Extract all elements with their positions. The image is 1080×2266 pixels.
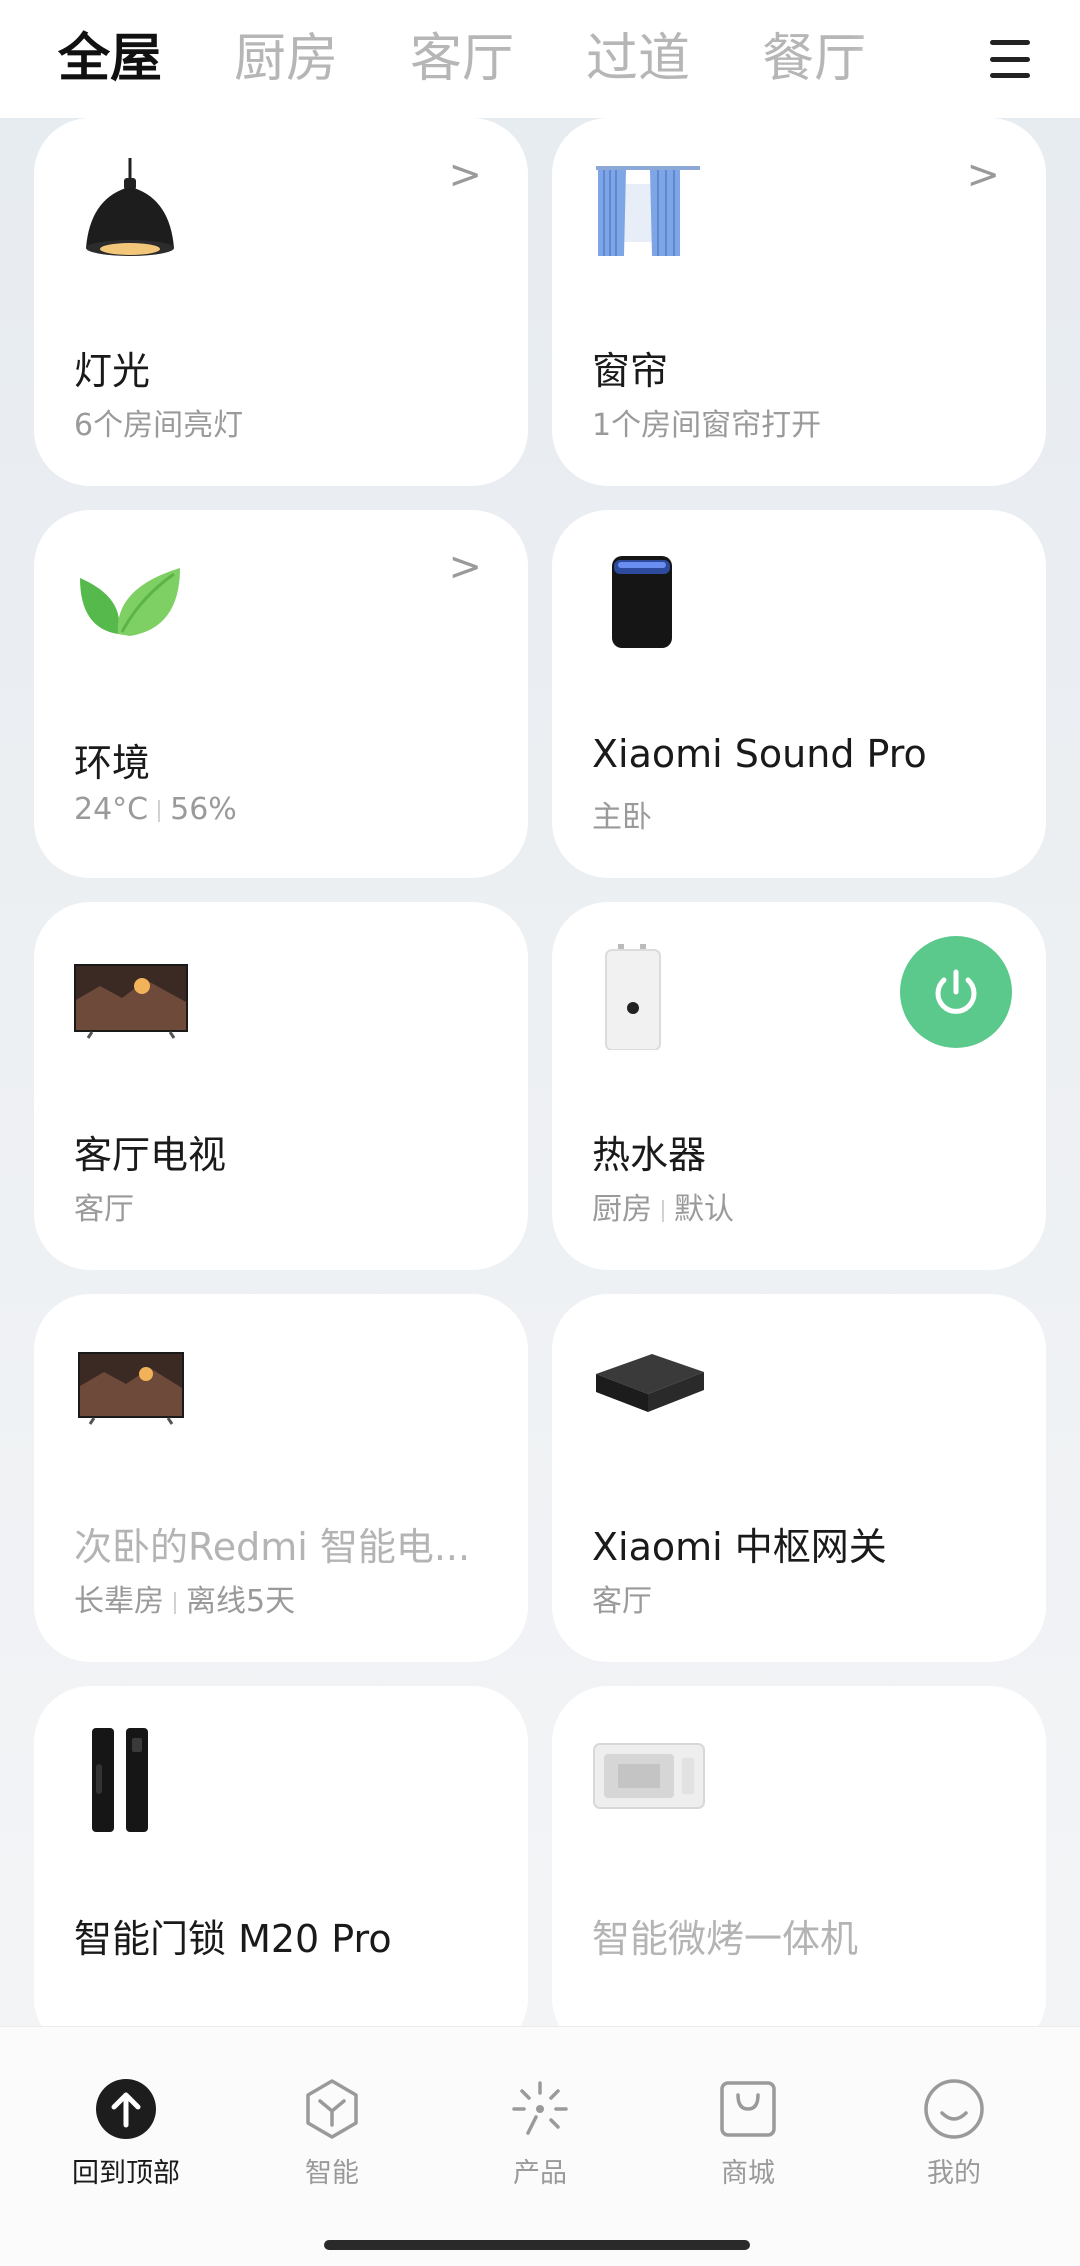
hexagon-icon	[306, 2079, 358, 2139]
door-lock-icon	[92, 1728, 148, 1832]
card-curtain[interactable]: > 窗帘 1个房间窗帘打开	[552, 118, 1046, 486]
nav-label: 智能	[305, 2158, 359, 2189]
leaf-icon	[80, 568, 180, 636]
power-icon	[935, 969, 977, 1014]
nav-label: 我的	[927, 2158, 981, 2189]
card-title: Xiaomi Sound Pro	[592, 732, 927, 776]
bottom-navigation: 回到顶部 智能 产品 商城 我的	[0, 2026, 1080, 2266]
card-title: 客厅电视	[74, 1133, 227, 1177]
tab-dining-room[interactable]: 餐厅	[762, 0, 866, 118]
shopping-bag-icon	[720, 2081, 776, 2137]
card-smart-lock[interactable]: 智能门锁 M20 Pro	[34, 1686, 528, 2054]
nav-back-to-top[interactable]: 回到顶部	[56, 2077, 196, 2190]
card-microwave-oven[interactable]: 智能微烤一体机	[552, 1686, 1046, 2054]
room-tabs: 全屋 厨房 客厅 过道 餐厅	[58, 0, 958, 118]
card-title: 热水器	[592, 1133, 707, 1177]
nav-label: 产品	[513, 2158, 567, 2189]
pendant-lamp-icon	[86, 158, 174, 256]
card-title: 次卧的Redmi 智能电...	[74, 1525, 471, 1569]
card-subtitle: 厨房 默认	[592, 1192, 734, 1227]
chevron-right-icon: >	[966, 152, 1000, 198]
card-title: 智能微烤一体机	[592, 1917, 859, 1961]
home-indicator[interactable]	[324, 2240, 750, 2250]
nav-smart[interactable]: 智能	[262, 2077, 402, 2190]
card-environment[interactable]: > 环境 24°C 56%	[34, 510, 528, 878]
card-xiaomi-sound-pro[interactable]: Xiaomi Sound Pro 主卧	[552, 510, 1046, 878]
card-subtitle: 6个房间亮灯	[74, 408, 244, 443]
smiley-icon	[924, 2079, 984, 2139]
card-living-room-tv[interactable]: 客厅电视 客厅	[34, 902, 528, 1270]
card-title: 窗帘	[592, 349, 669, 393]
card-subtitle: 客厅	[592, 1584, 652, 1619]
chevron-right-icon: >	[448, 152, 482, 198]
card-subtitle: 主卧	[592, 800, 652, 835]
water-heater-icon	[605, 944, 661, 1050]
gateway-icon	[596, 1354, 704, 1412]
power-button[interactable]	[900, 936, 1012, 1048]
card-xiaomi-gateway[interactable]: Xiaomi 中枢网关 客厅	[552, 1294, 1046, 1662]
chevron-right-icon: >	[448, 544, 482, 590]
card-water-heater[interactable]: 热水器 厨房 默认	[552, 902, 1046, 1270]
card-subtitle: 24°C 56%	[74, 792, 237, 827]
smart-speaker-icon	[612, 556, 672, 648]
nav-label: 回到顶部	[72, 2158, 180, 2189]
card-redmi-tv[interactable]: 次卧的Redmi 智能电... 长辈房 离线5天	[34, 1294, 528, 1662]
card-title: 环境	[74, 741, 151, 785]
card-subtitle: 客厅	[74, 1192, 134, 1227]
arrow-up-icon	[96, 2079, 156, 2139]
card-lighting[interactable]: > 灯光 6个房间亮灯	[34, 118, 528, 486]
nav-label: 商城	[721, 2158, 775, 2189]
tab-hallway[interactable]: 过道	[586, 0, 690, 118]
curtain-icon	[596, 166, 700, 256]
nav-profile[interactable]: 我的	[884, 2077, 1024, 2190]
card-title: Xiaomi 中枢网关	[592, 1525, 887, 1569]
tab-living-room[interactable]: 客厅	[410, 0, 514, 118]
card-subtitle: 1个房间窗帘打开	[592, 408, 822, 443]
tab-kitchen[interactable]: 厨房	[234, 0, 338, 118]
top-tab-bar: 全屋 厨房 客厅 过道 餐厅	[0, 0, 1080, 118]
hamburger-menu-icon[interactable]	[990, 40, 1030, 78]
microwave-icon	[593, 1743, 705, 1809]
sparkle-icon	[512, 2081, 568, 2135]
nav-store[interactable]: 商城	[678, 2077, 818, 2190]
card-title: 智能门锁 M20 Pro	[74, 1917, 392, 1961]
card-title: 灯光	[74, 349, 151, 393]
tv-icon	[74, 964, 188, 1039]
tv-icon	[78, 1352, 184, 1425]
nav-products[interactable]: 产品	[470, 2077, 610, 2190]
card-subtitle: 长辈房 离线5天	[74, 1584, 296, 1619]
tab-whole-house[interactable]: 全屋	[58, 0, 162, 118]
